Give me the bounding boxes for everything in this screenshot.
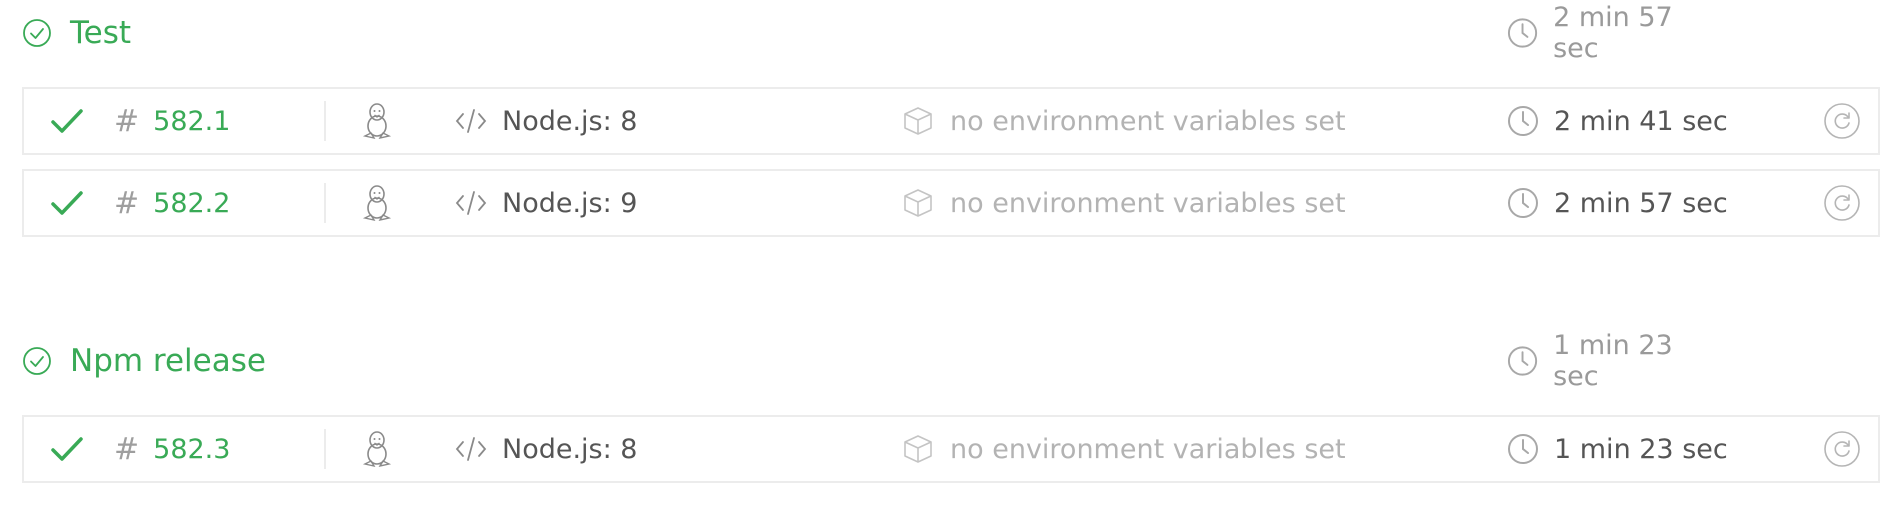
- code-icon: [455, 109, 487, 133]
- checkmark-icon: [51, 109, 83, 133]
- job-duration-text: 2 min 41 sec: [1554, 105, 1728, 137]
- job-number-text[interactable]: 582.1: [153, 106, 230, 137]
- cube-icon: [904, 189, 932, 217]
- stage-duration-text: 1 min 23 sec: [1553, 330, 1673, 392]
- checkmark-icon: [51, 437, 83, 461]
- job-row[interactable]: # 582.3 Node.js: 8 no environment variab…: [22, 415, 1880, 483]
- restart-icon[interactable]: [1823, 430, 1861, 468]
- build-stages: Test 2 min 57 sec # 582.1 Node.js: 8 no …: [0, 0, 1898, 506]
- cube-icon: [904, 435, 932, 463]
- env-vars-label: no environment variables set: [950, 105, 1346, 137]
- restart-button[interactable]: [1822, 89, 1862, 153]
- stage-duration-text: 2 min 57 sec: [1553, 2, 1673, 64]
- job-row[interactable]: # 582.1 Node.js: 8 no environment variab…: [22, 87, 1880, 155]
- clock-icon: [1508, 188, 1538, 218]
- divider: [324, 183, 326, 223]
- clock-icon: [1507, 346, 1538, 376]
- code-icon: [455, 437, 487, 461]
- check-circle-icon: [23, 19, 51, 47]
- hash-icon: #: [114, 103, 140, 139]
- job-number-text[interactable]: 582.3: [153, 434, 230, 465]
- language-label: Node.js: 9: [502, 187, 638, 219]
- clock-icon: [1508, 106, 1538, 136]
- env-vars-label: no environment variables set: [950, 187, 1346, 219]
- restart-icon[interactable]: [1823, 184, 1861, 222]
- stage-header-npm-release: Npm release 1 min 23 sec: [22, 330, 1722, 392]
- cube-icon: [904, 107, 932, 135]
- divider: [324, 101, 326, 141]
- clock-icon: [1508, 434, 1538, 464]
- stage-duration: 1 min 23 sec: [1506, 330, 1722, 392]
- hash-icon: #: [114, 431, 140, 467]
- restart-icon[interactable]: [1823, 102, 1861, 140]
- job-number-text[interactable]: 582.2: [153, 188, 230, 219]
- linux-tux-icon: [362, 103, 392, 140]
- stage-title: Test: [70, 15, 132, 51]
- job-duration-text: 1 min 23 sec: [1554, 433, 1728, 465]
- clock-icon: [1507, 18, 1538, 48]
- job-row[interactable]: # 582.2 Node.js: 9 no environment variab…: [22, 169, 1880, 237]
- job-number[interactable]: # 582.1: [114, 89, 230, 153]
- stage-title: Npm release: [70, 343, 266, 379]
- job-duration-text: 2 min 57 sec: [1554, 187, 1728, 219]
- restart-button[interactable]: [1822, 417, 1862, 481]
- language-label: Node.js: 8: [502, 433, 638, 465]
- check-circle-icon: [23, 347, 51, 375]
- env-vars-label: no environment variables set: [950, 433, 1346, 465]
- code-icon: [455, 191, 487, 215]
- stage-header-test: Test 2 min 57 sec: [22, 2, 1722, 64]
- stage-duration: 2 min 57 sec: [1506, 2, 1722, 64]
- job-number[interactable]: # 582.2: [114, 171, 230, 235]
- linux-tux-icon: [362, 185, 392, 222]
- divider: [324, 429, 326, 469]
- job-number[interactable]: # 582.3: [114, 417, 230, 481]
- checkmark-icon: [51, 191, 83, 215]
- linux-tux-icon: [362, 431, 392, 468]
- restart-button[interactable]: [1822, 171, 1862, 235]
- hash-icon: #: [114, 185, 140, 221]
- language-label: Node.js: 8: [502, 105, 638, 137]
